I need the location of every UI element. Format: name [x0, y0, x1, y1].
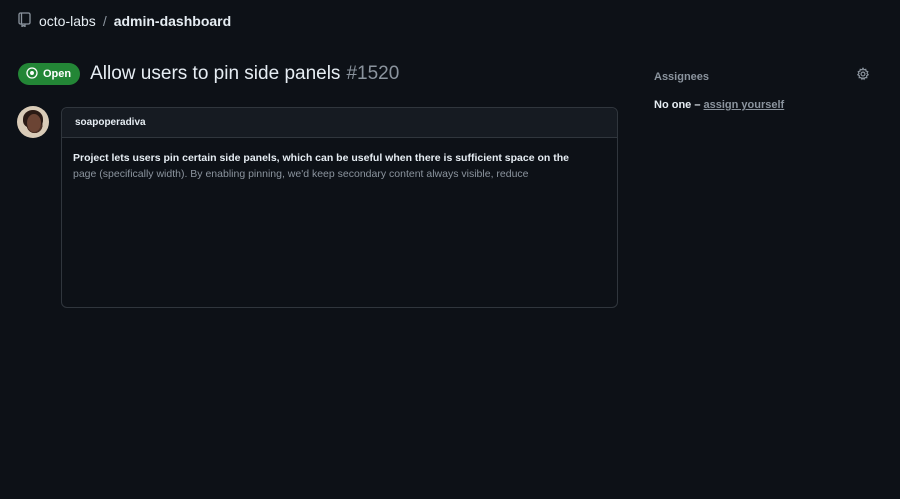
issue-state-label: Open — [43, 68, 72, 80]
breadcrumb-repo-link[interactable]: admin-dashboard — [114, 13, 231, 29]
avatar[interactable] — [17, 106, 49, 138]
breadcrumb: octo-labs / admin-dashboard — [18, 12, 231, 30]
assign-yourself-link[interactable]: assign yourself — [704, 99, 785, 111]
no-assignee-text: No one – — [654, 99, 701, 111]
comment-body: Project lets users pin certain side pane… — [62, 138, 617, 182]
assignees-title: Assignees — [654, 70, 710, 83]
repo-icon — [18, 12, 33, 30]
comment-author-link[interactable]: soapoperadiva — [75, 117, 146, 128]
comment-header: soapoperadiva — [62, 108, 617, 138]
assignees-header: Assignees — [654, 67, 872, 86]
issue-title: Allow users to pin side panels — [90, 63, 341, 84]
breadcrumb-owner-link[interactable]: octo-labs — [39, 13, 96, 29]
comment-body-line: page (specifically width). By enabling p… — [73, 168, 529, 180]
gear-icon[interactable] — [856, 67, 872, 86]
breadcrumb-separator: / — [102, 13, 107, 29]
issue-page: octo-labs / admin-dashboard Open Allow u… — [0, 0, 900, 499]
issue-comment: soapoperadiva Project lets users pin cer… — [61, 107, 618, 308]
issue-opened-icon — [26, 66, 38, 82]
comment-body-line: Project lets users pin certain side pane… — [73, 152, 569, 164]
sidebar-assignees: Assignees No one – assign yourself — [654, 67, 872, 111]
issue-number: #1520 — [346, 63, 400, 84]
assignees-value: No one – assign yourself — [654, 99, 872, 111]
issue-state-badge: Open — [18, 63, 81, 85]
issue-header: Open Allow users to pin side panels #152… — [18, 63, 399, 85]
